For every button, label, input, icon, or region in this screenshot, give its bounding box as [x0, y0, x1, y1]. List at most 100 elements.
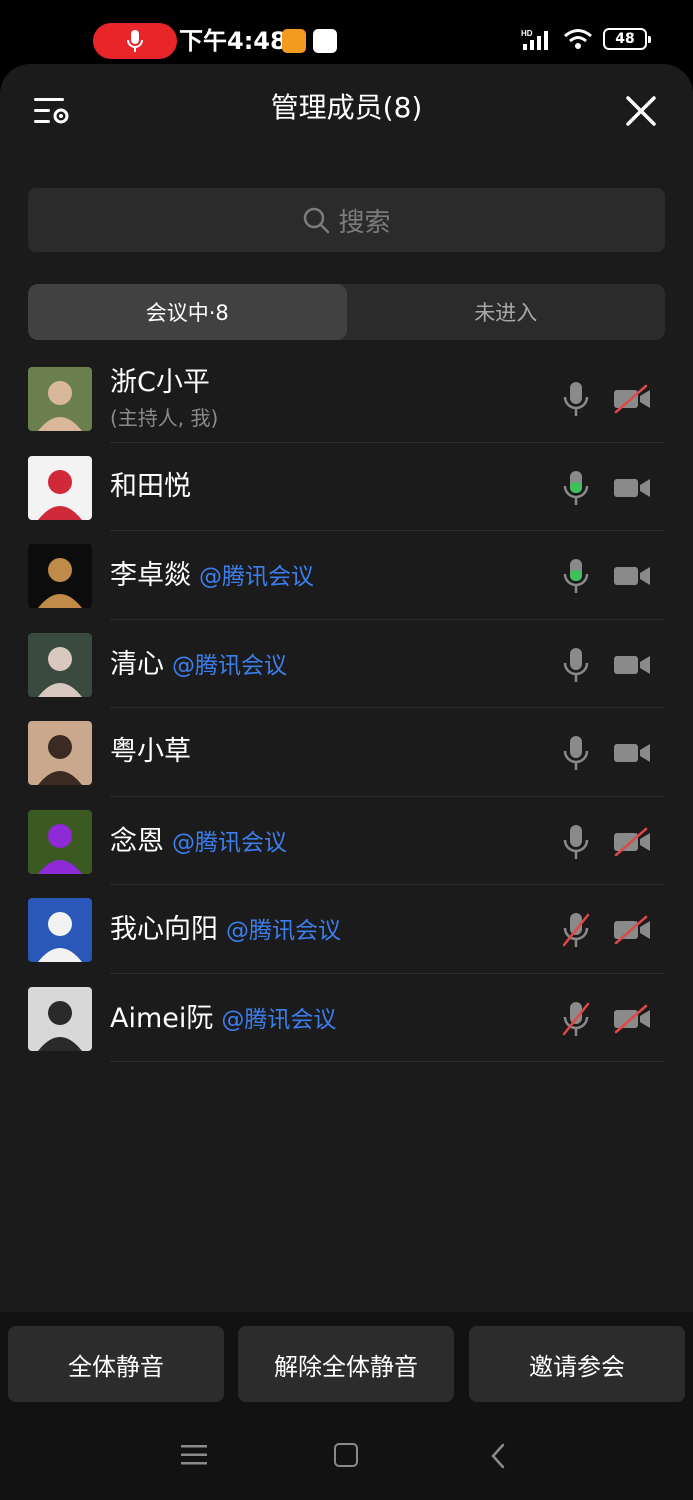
member-row[interactable]: 粤小草 [0, 708, 693, 797]
member-info: 清心 @腾讯会议 [110, 620, 287, 708]
member-source-tag: @腾讯会议 [172, 652, 287, 679]
member-name: Aimei阮 [110, 1002, 214, 1034]
camera-icon [614, 478, 650, 497]
member-camera-toggle[interactable] [612, 738, 652, 768]
camera-icon [614, 744, 650, 762]
member-camera-toggle[interactable] [612, 1004, 652, 1034]
unmute-all-button[interactable]: 解除全体静音 [238, 1326, 454, 1402]
member-name: 念恩 [110, 825, 164, 857]
tab-not-joined[interactable]: 未进入 [347, 284, 666, 340]
avatar-image [28, 809, 92, 874]
member-mic-toggle[interactable] [560, 469, 592, 507]
mic-icon [563, 824, 589, 859]
member-source-tag: @腾讯会议 [221, 1006, 337, 1033]
menu-icon [181, 1445, 207, 1465]
avatar[interactable] [28, 898, 92, 962]
avatar[interactable] [28, 455, 92, 520]
member-row[interactable]: 清心 @腾讯会议 [0, 620, 693, 708]
search-icon [304, 207, 330, 234]
member-name-line: 李卓燚 @腾讯会议 [110, 557, 314, 593]
mute-all-button[interactable]: 全体静音 [8, 1326, 224, 1402]
avatar[interactable] [28, 721, 92, 785]
member-name: 浙C小平 [110, 366, 210, 398]
svg-text:HD: HD [521, 29, 533, 38]
member-name-line: 和田悦 [110, 470, 199, 504]
mic-muted-icon [562, 913, 590, 947]
nav-home-button[interactable] [334, 1443, 358, 1467]
member-camera-toggle[interactable] [612, 915, 652, 945]
member-info: Aimei阮 @腾讯会议 [110, 974, 336, 1062]
nav-menu-button[interactable] [181, 1444, 207, 1466]
avatar[interactable] [28, 986, 92, 1051]
avatar-image [28, 367, 92, 431]
avatar-image [28, 898, 92, 962]
close-icon [626, 96, 656, 126]
avatar-image [28, 455, 92, 520]
member-info: 粤小草 [110, 708, 199, 796]
member-info: 我心向阳 @腾讯会议 [110, 885, 341, 973]
member-camera-toggle[interactable] [612, 561, 652, 591]
member-name: 和田悦 [110, 470, 191, 502]
member-camera-toggle[interactable] [612, 827, 652, 857]
member-info: 和田悦 [110, 443, 199, 531]
member-name: 粤小草 [110, 736, 191, 767]
member-name-line: 粤小草 [110, 735, 199, 769]
camera-icon [614, 655, 650, 674]
mic-muted-icon [562, 1001, 590, 1036]
status-time: 下午4:48 [179, 27, 287, 55]
member-row[interactable]: 我心向阳 @腾讯会议 [0, 885, 693, 974]
status-indicators: HD 48 [521, 28, 651, 50]
avatar[interactable] [28, 367, 92, 431]
camera-icon [614, 567, 650, 585]
member-source-tag: @腾讯会议 [172, 829, 287, 856]
member-info: 浙C小平 (主持人, 我) [110, 354, 218, 442]
battery-icon: 48 [603, 28, 651, 50]
back-icon [491, 1443, 505, 1469]
member-row[interactable]: Aimei阮 @腾讯会议 [0, 974, 693, 1062]
close-button[interactable] [624, 94, 658, 128]
tab-in-meeting[interactable]: 会议中·8 [28, 284, 347, 340]
member-mic-toggle[interactable] [560, 646, 592, 684]
member-camera-toggle[interactable] [612, 473, 652, 503]
member-list: 浙C小平 (主持人, 我) 和田悦 李卓燚 @腾讯会议 清心 @腾讯会议 粤小草… [0, 354, 693, 1062]
member-mic-toggle[interactable] [560, 557, 592, 595]
member-name: 我心向阳 [110, 914, 218, 945]
member-mic-toggle[interactable] [560, 1000, 592, 1038]
avatar-image [28, 721, 92, 785]
member-name-line: 清心 @腾讯会议 [110, 646, 287, 682]
panel-header: 管理成员(8) [0, 64, 693, 154]
camera-off-icon [614, 915, 650, 945]
member-row[interactable]: 浙C小平 (主持人, 我) [0, 354, 693, 443]
signal-icon: HD [521, 29, 548, 50]
member-name-line: 我心向阳 @腾讯会议 [110, 911, 341, 947]
member-row[interactable]: 念恩 @腾讯会议 [0, 797, 693, 885]
status-bar: 下午4:48 HD 48 [0, 0, 693, 64]
member-name-line: 浙C小平 [110, 366, 218, 400]
avatar[interactable] [28, 632, 92, 697]
member-mic-toggle[interactable] [560, 911, 592, 949]
camera-off-icon [614, 1004, 650, 1033]
mic-icon [563, 470, 589, 505]
nav-back-button[interactable] [490, 1443, 506, 1469]
member-row[interactable]: 李卓燚 @腾讯会议 [0, 531, 693, 620]
member-camera-toggle[interactable] [612, 384, 652, 414]
member-name-line: Aimei阮 @腾讯会议 [110, 1000, 336, 1036]
member-row[interactable]: 和田悦 [0, 443, 693, 531]
member-camera-toggle[interactable] [612, 650, 652, 680]
member-mic-toggle[interactable] [560, 380, 592, 418]
avatar-image [28, 632, 92, 697]
mic-icon [563, 647, 589, 682]
mic-icon [563, 559, 589, 593]
member-info: 念恩 @腾讯会议 [110, 797, 287, 885]
search-input[interactable]: 搜索 [28, 188, 665, 252]
member-mic-toggle[interactable] [560, 823, 592, 861]
invite-button[interactable]: 邀请参会 [469, 1326, 685, 1402]
avatar[interactable] [28, 544, 92, 608]
member-name: 清心 [110, 648, 164, 680]
member-mic-toggle[interactable] [560, 734, 592, 772]
bottom-action-bar: 全体静音 解除全体静音 邀请参会 [0, 1312, 693, 1500]
avatar[interactable] [28, 809, 92, 874]
recording-indicator[interactable] [93, 23, 177, 59]
mic-icon [563, 382, 589, 416]
divider [110, 1061, 665, 1062]
